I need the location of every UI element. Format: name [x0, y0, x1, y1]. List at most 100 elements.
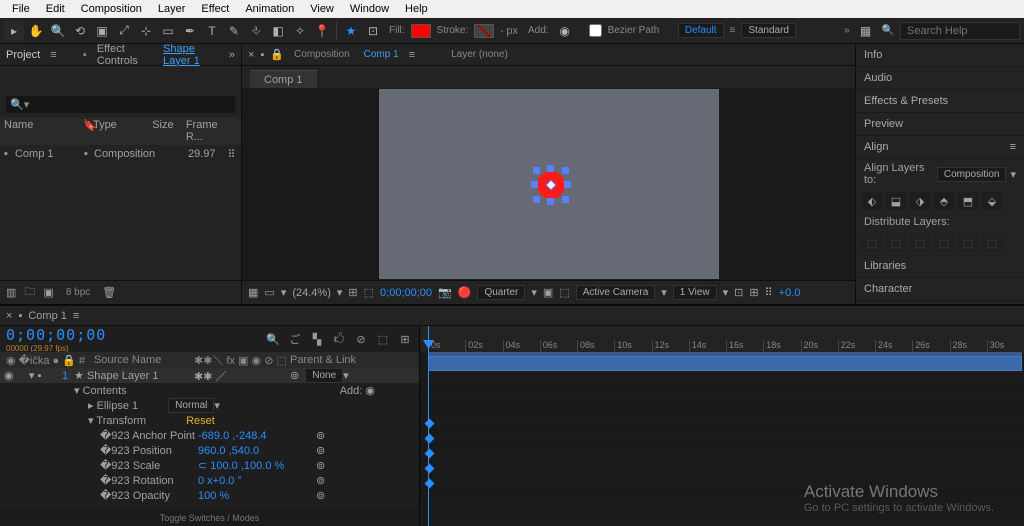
keyframe-opacity[interactable]: [425, 479, 435, 489]
comp-tab-comp1[interactable]: Comp 1: [250, 70, 317, 88]
menu-effect[interactable]: Effect: [193, 3, 237, 15]
panel-preview[interactable]: Preview: [856, 113, 1024, 136]
align-bottom-icon[interactable]: ⬙: [982, 192, 1002, 210]
ellipse-row[interactable]: ▸ Ellipse 1 Normal▾: [0, 398, 419, 413]
layer-bar[interactable]: [428, 356, 1022, 371]
panel-character[interactable]: Character: [856, 278, 1024, 301]
hand-tool-icon[interactable]: ✋: [26, 21, 46, 41]
shape-tool-icon[interactable]: ▭: [158, 21, 178, 41]
exposure[interactable]: +0.0: [779, 287, 801, 299]
panel-audio[interactable]: Audio: [856, 67, 1024, 90]
prop-row-position[interactable]: �923 Position960.0 ,540.0⊚: [0, 443, 419, 458]
dist-3-icon[interactable]: ⬚: [910, 234, 930, 252]
menu-help[interactable]: Help: [397, 3, 436, 15]
camera-tool-icon[interactable]: ▣: [92, 21, 112, 41]
dist-2-icon[interactable]: ⬚: [886, 234, 906, 252]
fill-swatch[interactable]: [411, 24, 431, 38]
dist-4-icon[interactable]: ⬚: [934, 234, 954, 252]
tl-icon-3[interactable]: 🖒: [331, 331, 347, 347]
view-icon3[interactable]: ⠿: [765, 286, 773, 299]
roto-tool-icon[interactable]: ✧: [290, 21, 310, 41]
project-item-comp1[interactable]: ▪ Comp 1 ▪ Composition 29.97 ⠿: [0, 145, 241, 164]
keyframe-scale[interactable]: [425, 449, 435, 459]
menu-file[interactable]: File: [4, 3, 38, 15]
region-icon[interactable]: ▣: [543, 286, 553, 299]
layer-row-shape1[interactable]: ◉ ▾ ▪ 1 ★ Shape Layer 1 ✱✱ ／ ⊚ None▾: [0, 368, 419, 383]
align-to-dropdown[interactable]: Composition: [937, 167, 1007, 182]
blend-mode-dropdown[interactable]: Normal: [168, 398, 214, 413]
dist-1-icon[interactable]: ⬚: [862, 234, 882, 252]
tl-icon-2[interactable]: ▚: [309, 331, 325, 347]
selection-tool-icon[interactable]: ▸: [4, 21, 24, 41]
dropdown-icon[interactable]: ▾: [281, 286, 287, 299]
bpc-toggle[interactable]: 8 bpc: [62, 287, 94, 298]
menu-view[interactable]: View: [302, 3, 342, 15]
camera-dropdown[interactable]: Active Camera: [576, 285, 656, 300]
stroke-width[interactable]: - px: [496, 25, 522, 37]
time-ruler[interactable]: 0s02s04s06s08s10s12s14s16s18s20s22s24s26…: [420, 326, 1024, 352]
anchor-tool-icon[interactable]: ⊹: [136, 21, 156, 41]
star-icon[interactable]: ★: [341, 21, 361, 41]
snapshot-icon[interactable]: 📷: [438, 286, 452, 299]
align-top-icon[interactable]: ⬘: [934, 192, 954, 210]
bezier-checkbox[interactable]: [589, 24, 602, 37]
align-right-icon[interactable]: ⬗: [910, 192, 930, 210]
grid-icon[interactable]: ▦: [248, 286, 258, 299]
trash-icon[interactable]: 🗑: [102, 286, 116, 299]
tl-icon-4[interactable]: ⊘: [353, 331, 369, 347]
project-tab[interactable]: Project: [6, 49, 40, 61]
panel-align[interactable]: Align≡: [856, 136, 1024, 159]
text-tool-icon[interactable]: T: [202, 21, 222, 41]
zoom-tool-icon[interactable]: 🔍: [48, 21, 68, 41]
workspace-standard[interactable]: Standard: [741, 23, 796, 38]
transform-row[interactable]: ▾ Transform Reset: [0, 413, 419, 428]
composition-viewer[interactable]: [242, 88, 855, 280]
keyframe-anchor[interactable]: [425, 419, 435, 429]
canvas[interactable]: [379, 89, 719, 279]
search-help-input[interactable]: [900, 22, 1020, 40]
folder-icon[interactable]: 🗀: [24, 283, 35, 302]
workspace-icon[interactable]: ▦: [856, 21, 876, 41]
align-vcenter-icon[interactable]: ⬒: [958, 192, 978, 210]
panel-info[interactable]: Info: [856, 44, 1024, 67]
comp-crumb-name[interactable]: Comp 1: [360, 49, 403, 60]
align-left-icon[interactable]: ⬖: [862, 192, 882, 210]
menu-edit[interactable]: Edit: [38, 3, 73, 15]
menu-window[interactable]: Window: [342, 3, 397, 15]
interpret-icon[interactable]: ▥: [6, 286, 16, 299]
orbit-tool-icon[interactable]: ⟲: [70, 21, 90, 41]
prop-row-opacity[interactable]: �923 Opacity100 %⊚: [0, 488, 419, 503]
panel-effects-presets[interactable]: Effects & Presets: [856, 90, 1024, 113]
pen-tool-icon[interactable]: ✒: [180, 21, 200, 41]
mask-icon[interactable]: ▭: [264, 286, 274, 299]
menu-icon[interactable]: ≡: [726, 25, 740, 36]
dist-6-icon[interactable]: ⬚: [982, 234, 1002, 252]
view-dropdown[interactable]: 1 View: [673, 285, 717, 300]
puppet-tool-icon[interactable]: 📍: [312, 21, 332, 41]
menu-layer[interactable]: Layer: [150, 3, 194, 15]
color-icon[interactable]: 🔴: [458, 286, 472, 299]
selected-shape[interactable]: [537, 171, 565, 199]
stroke-swatch[interactable]: [474, 24, 494, 38]
align-hcenter-icon[interactable]: ⬓: [886, 192, 906, 210]
panel-libraries[interactable]: Libraries: [856, 255, 1024, 278]
menu-animation[interactable]: Animation: [237, 3, 302, 15]
fx-controls-tab[interactable]: Effect Controls: [97, 43, 153, 67]
view-icon[interactable]: ⊡: [734, 286, 743, 299]
comp-icon[interactable]: ▣: [43, 286, 53, 299]
parent-dropdown[interactable]: None: [305, 368, 343, 383]
snap-icon[interactable]: ⊡: [363, 21, 383, 41]
graph-editor-icon[interactable]: ⊞: [397, 331, 413, 347]
reset-link[interactable]: Reset: [186, 415, 215, 427]
dist-5-icon[interactable]: ⬚: [958, 234, 978, 252]
timecode[interactable]: 0;00;00;00: [6, 326, 106, 344]
toggle-switches[interactable]: Toggle Switches / Modes: [0, 510, 419, 526]
add-menu-icon[interactable]: ◉: [555, 21, 575, 41]
resolution-dropdown[interactable]: Quarter: [477, 285, 525, 300]
menu-icon[interactable]: ≡: [50, 49, 56, 61]
res-icon[interactable]: ⊞: [348, 286, 357, 299]
keyframe-rotation[interactable]: [425, 464, 435, 474]
search-icon[interactable]: 🔍: [265, 331, 281, 347]
prop-row-rotation[interactable]: �923 Rotation0 x+0.0 °⊚: [0, 473, 419, 488]
clone-tool-icon[interactable]: ⎀: [246, 21, 266, 41]
